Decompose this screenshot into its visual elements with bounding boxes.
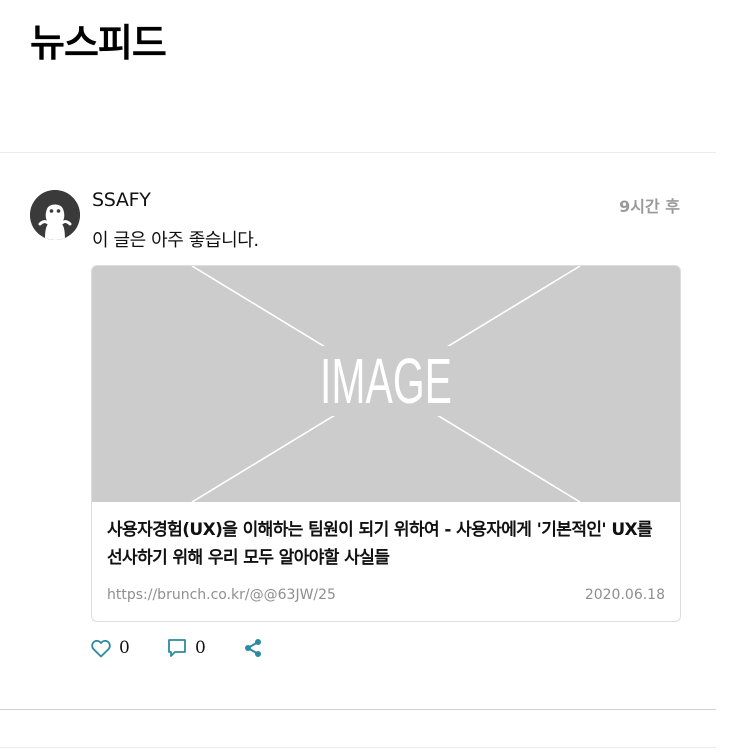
link-title: 사용자경험(UX)을 이해하는 팀원이 되기 위하여 - 사용자에게 '기본적인… [107, 520, 653, 568]
like-button[interactable]: 0 [91, 638, 130, 658]
link-preview-card[interactable]: IMAGE 사용자경험(UX)을 이해하는 팀원이 되기 위하여 - 사용자에게… [91, 265, 681, 622]
post-text: 이 글은 아주 좋습니다. [92, 230, 259, 251]
comment-button[interactable]: 0 [167, 638, 206, 658]
comment-count: 0 [195, 638, 206, 658]
share-button[interactable] [243, 638, 263, 658]
comment-icon [168, 639, 186, 657]
link-thumbnail: IMAGE [92, 266, 680, 502]
avatar[interactable] [30, 190, 80, 240]
post-time: 9시간 후 [619, 197, 680, 216]
share-icon [245, 639, 261, 657]
divider-bottom [0, 747, 716, 748]
divider-middle [0, 709, 716, 710]
author-name[interactable]: SSAFY [92, 189, 151, 211]
feed-post: SSAFY 9시간 후 이 글은 아주 좋습니다. IMAGE 사용자경험(UX… [0, 153, 716, 709]
heart-icon [91, 639, 111, 657]
avatar-ghost-icon [30, 190, 80, 240]
image-placeholder-text: IMAGE [320, 345, 452, 417]
page-title: 뉴스피드 [30, 21, 167, 65]
like-count: 0 [119, 638, 130, 658]
link-url: https://brunch.co.kr/@@63JW/25 [107, 587, 336, 603]
link-date: 2020.06.18 [584, 587, 665, 603]
